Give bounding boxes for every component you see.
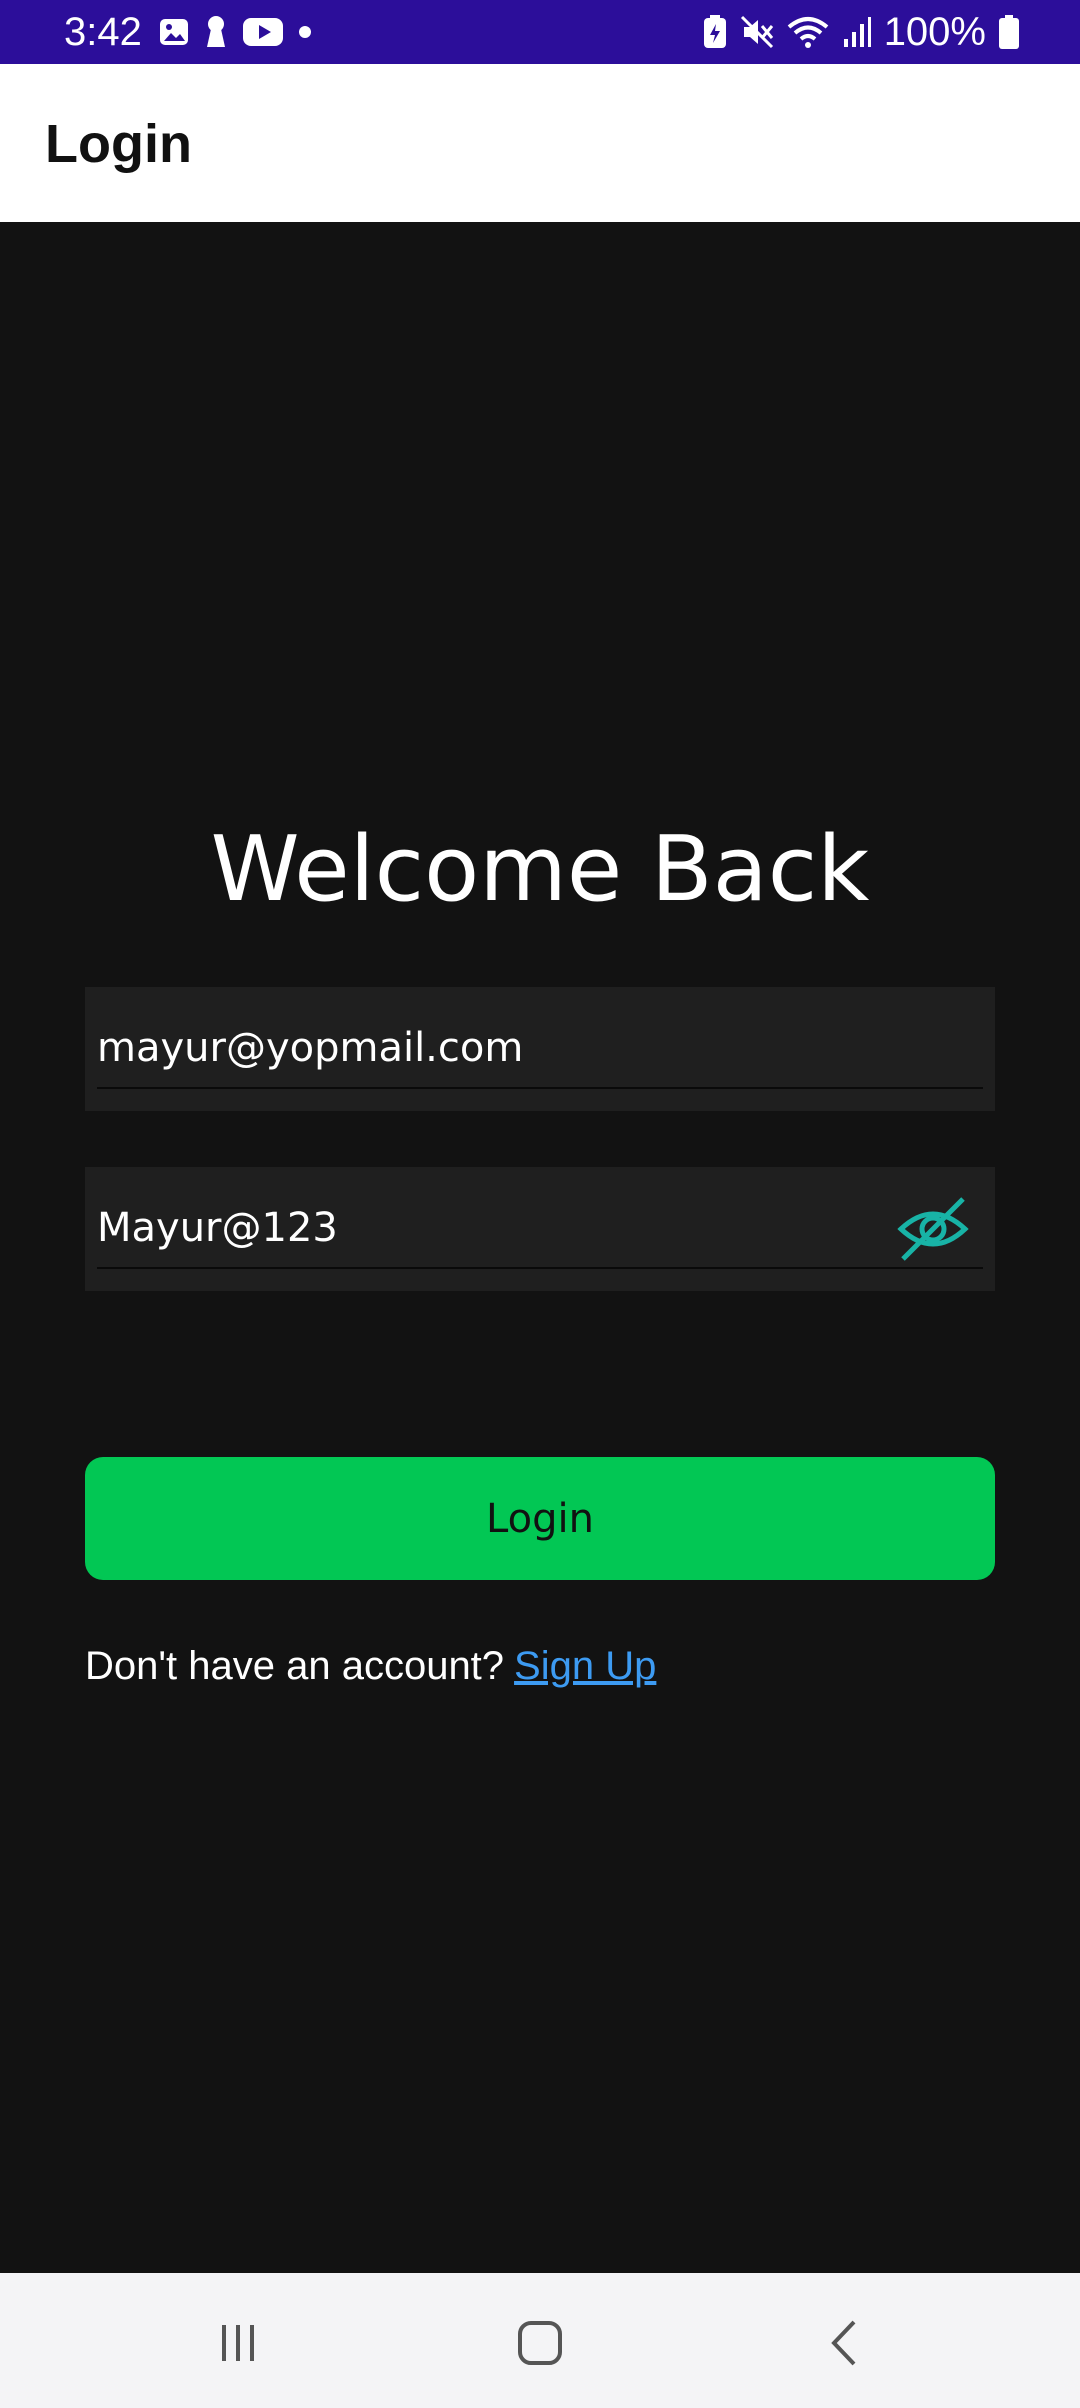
home-icon bbox=[518, 2321, 562, 2365]
email-field-value[interactable]: mayur@yopmail.com bbox=[97, 1023, 523, 1073]
recent-apps-button[interactable] bbox=[198, 2303, 278, 2383]
app-bar: Login bbox=[0, 64, 1080, 222]
dot-icon bbox=[299, 26, 311, 38]
status-notification-icons bbox=[158, 14, 312, 50]
welcome-heading: Welcome Back bbox=[210, 817, 870, 922]
navigation-bar bbox=[0, 2273, 1080, 2408]
password-field-underline bbox=[97, 1267, 983, 1269]
youtube-icon bbox=[243, 18, 283, 46]
password-field[interactable]: Mayur@123 bbox=[85, 1167, 995, 1291]
page-title: Login bbox=[45, 114, 192, 174]
email-field-underline bbox=[97, 1087, 983, 1089]
signup-link[interactable]: Sign Up bbox=[514, 1644, 656, 1688]
status-time: 3:42 bbox=[64, 10, 142, 54]
recent-apps-icon bbox=[222, 2325, 254, 2361]
password-field-value[interactable]: Mayur@123 bbox=[97, 1203, 338, 1253]
back-button[interactable] bbox=[804, 2303, 884, 2383]
home-button[interactable] bbox=[500, 2303, 580, 2383]
gallery-icon bbox=[160, 19, 188, 45]
wifi-icon bbox=[787, 17, 828, 48]
signal-icon bbox=[843, 17, 871, 47]
status-system-icons: 100% bbox=[702, 8, 1020, 56]
battery-saver-icon bbox=[703, 15, 726, 48]
battery-percentage: 100% bbox=[883, 10, 986, 54]
eye-off-icon[interactable] bbox=[895, 1191, 971, 1267]
signup-prompt-row: Don't have an account? Sign Up bbox=[85, 1640, 656, 1692]
back-icon bbox=[831, 2320, 856, 2366]
battery-icon bbox=[999, 15, 1019, 49]
status-bar: 3:42 100% bbox=[0, 0, 1080, 64]
mute-icon bbox=[740, 15, 773, 49]
email-field[interactable]: mayur@yopmail.com bbox=[85, 987, 995, 1111]
keyhole-icon bbox=[207, 16, 225, 47]
signup-prompt-text: Don't have an account? bbox=[85, 1644, 505, 1688]
login-button-label: Login bbox=[486, 1495, 594, 1542]
login-button[interactable]: Login bbox=[85, 1457, 995, 1580]
